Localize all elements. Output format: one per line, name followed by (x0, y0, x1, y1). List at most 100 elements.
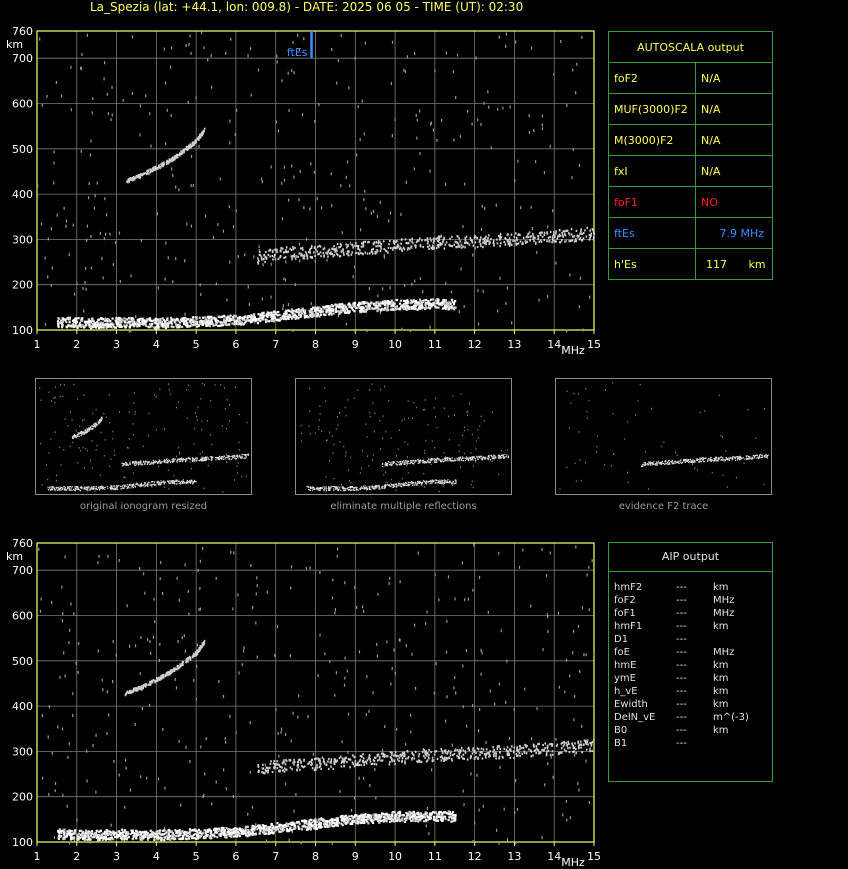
noise-dot (549, 144, 551, 148)
thumbnail-noise (407, 472, 409, 474)
thumbnail-trace-point (409, 462, 411, 464)
thumbnail-trace-point (74, 490, 76, 492)
thumbnail-noise (442, 485, 444, 487)
thumbnail-noise (676, 454, 678, 456)
noise-dot (313, 170, 315, 174)
thumbnail-noise (234, 479, 236, 481)
trace-point (198, 321, 202, 324)
autoscala-value-hes: 117 (706, 257, 727, 271)
thumbnail-trace-point (120, 485, 122, 488)
noise-dot (429, 169, 431, 173)
thumbnail-trace-point (457, 457, 460, 459)
trace-point (421, 305, 424, 309)
noise-dot (92, 97, 94, 101)
thumbnail-trace-point (331, 485, 333, 488)
thumbnail-trace-point (383, 485, 386, 487)
noise-dot (310, 302, 312, 306)
trace-point (437, 299, 440, 302)
thumbnail-trace-point (334, 486, 336, 488)
noise-dot (481, 204, 483, 208)
noise-dot (190, 224, 192, 228)
thumbnail-trace-point (440, 461, 443, 463)
thumbnail-trace-point (678, 462, 680, 465)
x-tick-label: 4 (153, 850, 160, 863)
thumbnail-trace-point (442, 461, 445, 463)
thumbnail-noise (54, 431, 56, 433)
trace-point (271, 254, 274, 258)
thumbnail-trace-point (171, 461, 174, 464)
noise-dot (389, 211, 392, 215)
thumbnail-noise (720, 434, 722, 437)
thumbnail-noise (319, 405, 321, 407)
trace-point (162, 322, 165, 326)
noise-dot (83, 309, 85, 313)
noise-dot (547, 630, 549, 634)
trace-point (258, 253, 261, 256)
trace-point (449, 237, 451, 241)
noise-dot (292, 40, 294, 44)
thumbnail-trace-point (439, 482, 441, 484)
thumbnail-noise (333, 443, 335, 446)
trace-point (175, 323, 178, 326)
trace-point (313, 251, 315, 254)
noise-dot (86, 224, 88, 228)
thumbnail-trace-point (753, 457, 755, 459)
thumbnail-noise (470, 483, 472, 486)
thumbnail-trace-point (200, 460, 202, 462)
trace-point (464, 246, 466, 249)
noise-dot (149, 112, 151, 116)
thumbnail-noise (471, 480, 473, 483)
thumbnail-trace-point (124, 463, 126, 466)
noise-dot (276, 60, 278, 64)
thumbnail-trace-point (484, 456, 487, 458)
trace-point (419, 303, 422, 306)
trace-point (555, 230, 557, 233)
thumbnail-trace-point (320, 487, 322, 489)
trace-point (440, 242, 443, 246)
noise-dot (331, 48, 333, 52)
noise-dot (159, 577, 161, 581)
thumbnail-trace-point (192, 483, 194, 485)
trace-point (310, 315, 313, 318)
thumbnail-noise (321, 430, 323, 432)
thumbnail-trace-point (708, 457, 710, 460)
thumbnail-noise (186, 417, 188, 420)
thumbnail-trace-point (756, 454, 758, 456)
noise-dot (436, 138, 438, 142)
trace-point (546, 240, 548, 243)
thumbnail-trace-point (106, 485, 108, 487)
trace-point (325, 311, 328, 314)
thumbnail-trace-point (317, 487, 319, 489)
thumbnail-trace-point (758, 455, 760, 458)
thumbnail-trace-point (396, 460, 398, 463)
trace-point (256, 322, 260, 325)
thumbnail-trace-point (125, 484, 127, 486)
trace-point (261, 318, 264, 321)
thumbnail-noise (210, 400, 212, 402)
trace-point (428, 307, 432, 310)
noise-dot (463, 304, 465, 308)
thumbnail-noise (401, 419, 403, 422)
trace-point (512, 239, 514, 242)
thumbnail-trace-point (95, 488, 97, 490)
trace-point (588, 238, 591, 241)
thumbnail-noise (477, 437, 479, 439)
thumbnail-trace-point (151, 483, 153, 486)
noise-speckle (38, 543, 595, 845)
trace-point (517, 242, 520, 245)
thumbnail-trace-point (688, 461, 691, 463)
noise-dot (419, 277, 421, 281)
thumbnail-trace-point (94, 424, 97, 427)
thumbnail-trace-point (149, 482, 151, 484)
thumbnail-trace-point (684, 461, 686, 463)
trace-point (148, 323, 151, 326)
trace-point (372, 247, 375, 251)
trace-point (279, 249, 282, 252)
thumbnail-trace-point (420, 460, 422, 462)
trace-point (568, 240, 571, 243)
thumbnail-trace-point (95, 485, 97, 487)
thumbnail-noise (343, 445, 345, 448)
noise-dot (54, 782, 57, 786)
thumbnail-trace-point (168, 482, 170, 485)
thumbnail-trace-point (126, 462, 128, 464)
